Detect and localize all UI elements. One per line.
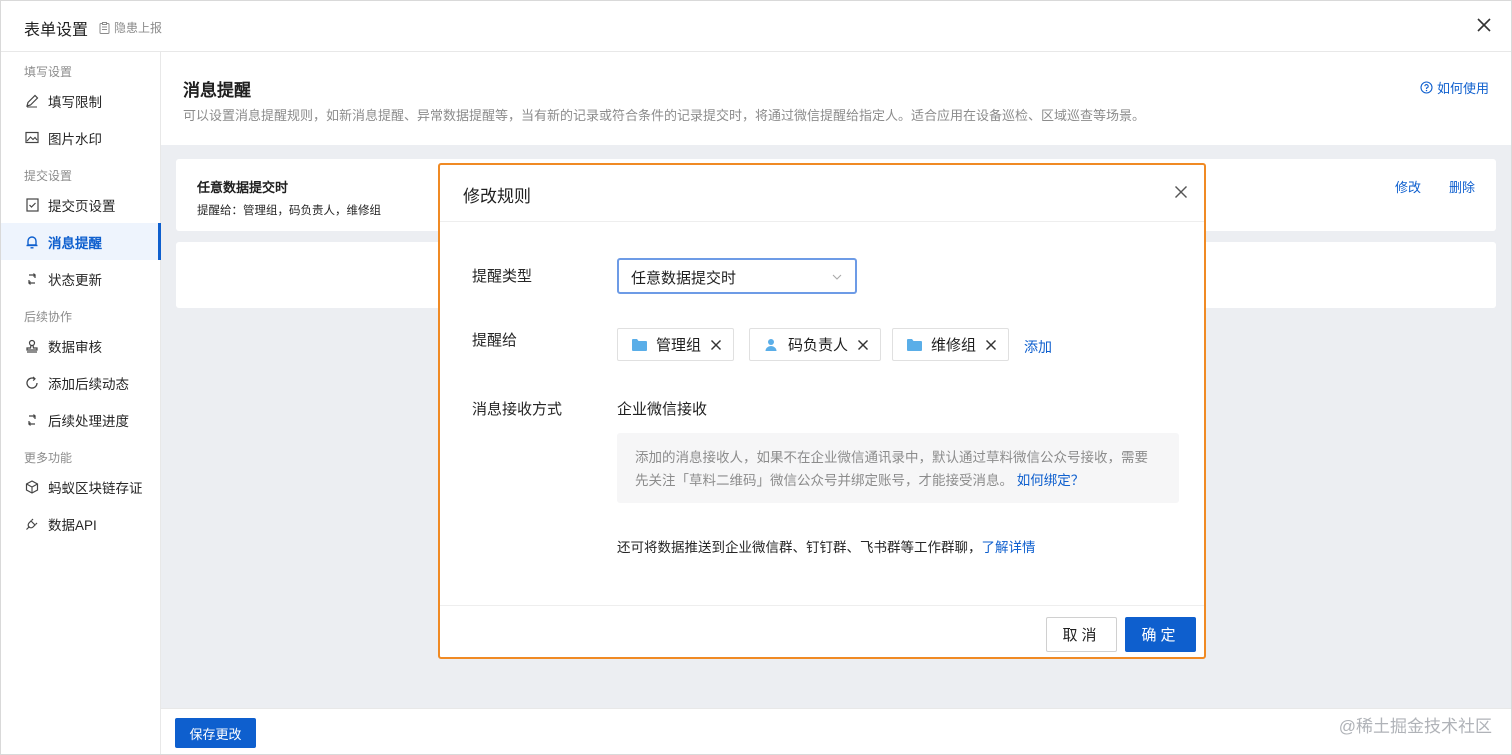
sidebar-item-label: 添加后续动态 (48, 376, 129, 392)
sidebar-item-watermark[interactable]: 图片水印 (1, 119, 160, 156)
sidebar-item-add-followup[interactable]: 添加后续动态 (1, 364, 160, 401)
top-bar: 表单设置 隐患上报 (1, 1, 1511, 52)
help-link[interactable]: 如何使用 (1420, 78, 1489, 97)
learn-more-link[interactable]: 了解详情 (982, 540, 1036, 555)
sidebar-item-label: 数据审核 (48, 339, 102, 355)
chevron-down-icon (832, 274, 842, 280)
window-title: 表单设置 (24, 22, 89, 39)
pencil-icon (24, 93, 40, 109)
clipboard-icon (99, 21, 110, 34)
recipient-name: 管理组 (656, 337, 702, 354)
remove-icon[interactable] (984, 338, 998, 352)
sidebar-item-followup-progress[interactable]: 后续处理进度 (1, 401, 160, 438)
close-icon[interactable] (1172, 183, 1190, 201)
help-link-label: 如何使用 (1436, 81, 1489, 96)
remove-icon[interactable] (709, 338, 723, 352)
add-recipient-link[interactable]: 添加 (1024, 337, 1052, 357)
settings-sidebar: 填写设置 填写限制 图片水印 提交设置 提交页设置 消息提醒 状态更新 后续协作… (1, 52, 161, 754)
folder-icon (630, 337, 648, 353)
sidebar-group-title: 更多功能 (24, 451, 73, 465)
remove-icon[interactable] (856, 338, 870, 352)
cancel-button[interactable]: 取消 (1046, 617, 1117, 652)
recipient-tag: 码负责人 (749, 328, 882, 361)
remind-to-label: 提醒给 (472, 332, 518, 349)
remind-type-select[interactable]: 任意数据提交时 (617, 258, 857, 294)
sidebar-item-label: 状态更新 (48, 272, 102, 288)
form-name-tag: 隐患上报 (99, 19, 162, 36)
push-hint-text: 还可将数据推送到企业微信群、钉钉群、飞书群等工作群聊， (617, 540, 982, 555)
dialog-footer: 取消 确定 (440, 605, 1204, 657)
sidebar-item-label: 提交页设置 (48, 198, 116, 214)
sidebar-group-title: 填写设置 (24, 65, 73, 79)
sidebar-group-title: 后续协作 (24, 310, 73, 324)
dialog-title: 修改规则 (463, 187, 531, 206)
sidebar-item-fill-limit[interactable]: 填写限制 (1, 82, 160, 119)
remind-type-value: 任意数据提交时 (631, 270, 737, 287)
sidebar-item-data-review[interactable]: 数据审核 (1, 327, 160, 364)
folder-icon (905, 337, 923, 353)
stamp-icon (24, 338, 40, 354)
form-name-label: 隐患上报 (114, 21, 163, 35)
form-check-icon (24, 197, 40, 213)
dialog-header: 修改规则 (440, 165, 1204, 222)
cube-icon (24, 479, 40, 495)
sidebar-item-label: 数据API (48, 517, 97, 533)
sidebar-item-label: 后续处理进度 (48, 413, 129, 429)
sidebar-item-label: 消息提醒 (48, 235, 102, 251)
plug-icon (24, 516, 40, 532)
sidebar-item-label: 图片水印 (48, 131, 102, 147)
page-header: 消息提醒 可以设置消息提醒规则，如新消息提醒、异常数据提醒等，当有新的记录或符合… (161, 52, 1511, 145)
receive-method-value: 企业微信接收 (617, 401, 708, 418)
how-to-bind-link[interactable]: 如何绑定？ (1017, 473, 1085, 488)
sidebar-item-data-api[interactable]: 数据API (1, 505, 160, 542)
loop-icon (24, 375, 40, 391)
sidebar-item-blockchain[interactable]: 蚂蚁区块链存证 (1, 468, 160, 505)
image-icon (24, 130, 40, 146)
page-title: 消息提醒 (183, 81, 251, 100)
confirm-button[interactable]: 确定 (1125, 617, 1196, 652)
edit-rule-dialog: 修改规则 提醒类型 任意数据提交时 提醒给 管理组 码负责人 维修组 添加 消息… (438, 163, 1206, 659)
push-hint: 还可将数据推送到企业微信群、钉钉群、飞书群等工作群聊，了解详情 (617, 536, 1036, 556)
recipient-tag: 管理组 (617, 328, 735, 361)
refresh-icon (24, 271, 40, 287)
bell-icon (24, 234, 40, 250)
sidebar-item-message-reminder[interactable]: 消息提醒 (1, 223, 161, 260)
close-icon[interactable] (1473, 14, 1495, 36)
recipient-name: 维修组 (931, 337, 977, 354)
sidebar-group-title: 提交设置 (24, 169, 73, 183)
notice-box: 添加的消息接收人，如果不在企业微信通讯录中，默认通过草料微信公众号接收，需要先关… (617, 433, 1179, 503)
recipient-name: 码负责人 (788, 337, 849, 354)
sidebar-item-label: 蚂蚁区块链存证 (48, 480, 143, 496)
watermark-text: @稀土掘金技术社区 (1338, 717, 1492, 736)
refresh-icon (24, 412, 40, 428)
recipient-tag: 维修组 (892, 328, 1010, 361)
sidebar-item-submit-page[interactable]: 提交页设置 (1, 186, 160, 223)
edit-rule-link[interactable]: 修改 (1395, 177, 1421, 196)
remind-type-label: 提醒类型 (472, 268, 533, 285)
page-footer: 保存更改 (161, 708, 1511, 754)
rule-summary: 提醒给：管理组，码负责人，维修组 (197, 205, 381, 217)
sidebar-item-label: 填写限制 (48, 94, 102, 110)
person-icon (762, 337, 780, 353)
save-changes-button[interactable]: 保存更改 (175, 718, 256, 748)
rule-title: 任意数据提交时 (197, 180, 289, 195)
question-circle-icon (1420, 81, 1433, 94)
sidebar-item-status-update[interactable]: 状态更新 (1, 260, 160, 297)
receive-method-label: 消息接收方式 (472, 401, 563, 418)
page-description: 可以设置消息提醒规则，如新消息提醒、异常数据提醒等，当有新的记录或符合条件的记录… (183, 108, 1146, 123)
delete-rule-link[interactable]: 删除 (1449, 177, 1475, 196)
